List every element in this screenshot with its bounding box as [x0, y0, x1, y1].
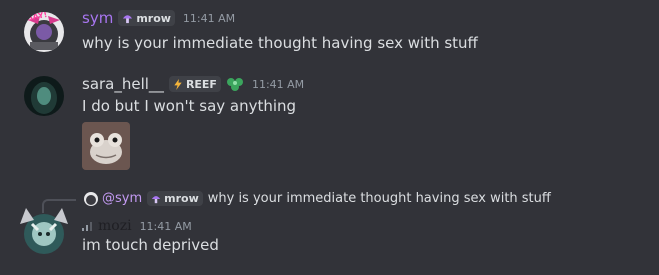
- reply-text: why is your immediate thought having sex…: [207, 191, 551, 206]
- guild-tag[interactable]: REEF: [168, 76, 221, 92]
- timestamp: 11:41 AM: [251, 77, 305, 91]
- lightning-icon: [174, 78, 182, 90]
- username[interactable]: sym: [82, 9, 113, 27]
- leaf-badge-icon[interactable]: [226, 75, 244, 93]
- frog-image[interactable]: [82, 122, 130, 170]
- message-text: I do but I won't say anything: [82, 97, 297, 115]
- timestamp: 11:41 AM: [182, 11, 236, 25]
- avatar-sara[interactable]: [24, 76, 64, 116]
- reply-guild-tag: mrow: [147, 191, 203, 206]
- reply-avatar: [84, 191, 98, 206]
- mushroom-icon: [123, 14, 133, 23]
- guild-tag-label: REEF: [185, 77, 217, 91]
- guild-tag-label: mrow: [136, 11, 171, 25]
- reply-preview[interactable]: @sym mrow why is your immediate thought …: [84, 191, 551, 206]
- avatar-sym[interactable]: GAY!: [24, 12, 64, 52]
- mushroom-icon: [151, 195, 161, 203]
- reply-guild-tag-label: mrow: [164, 192, 199, 205]
- timestamp: 11:41 AM: [139, 219, 192, 233]
- message-text: why is your immediate thought having sex…: [82, 34, 478, 52]
- reply-username[interactable]: @sym: [102, 191, 142, 206]
- message-text: im touch deprived: [82, 236, 219, 254]
- username[interactable]: mozi: [98, 218, 132, 234]
- avatar-decoration-ears-icon: [20, 208, 68, 224]
- guild-tag[interactable]: mrow: [118, 10, 175, 26]
- username[interactable]: sara_hell__: [82, 75, 164, 93]
- signal-bars-icon: [82, 222, 92, 231]
